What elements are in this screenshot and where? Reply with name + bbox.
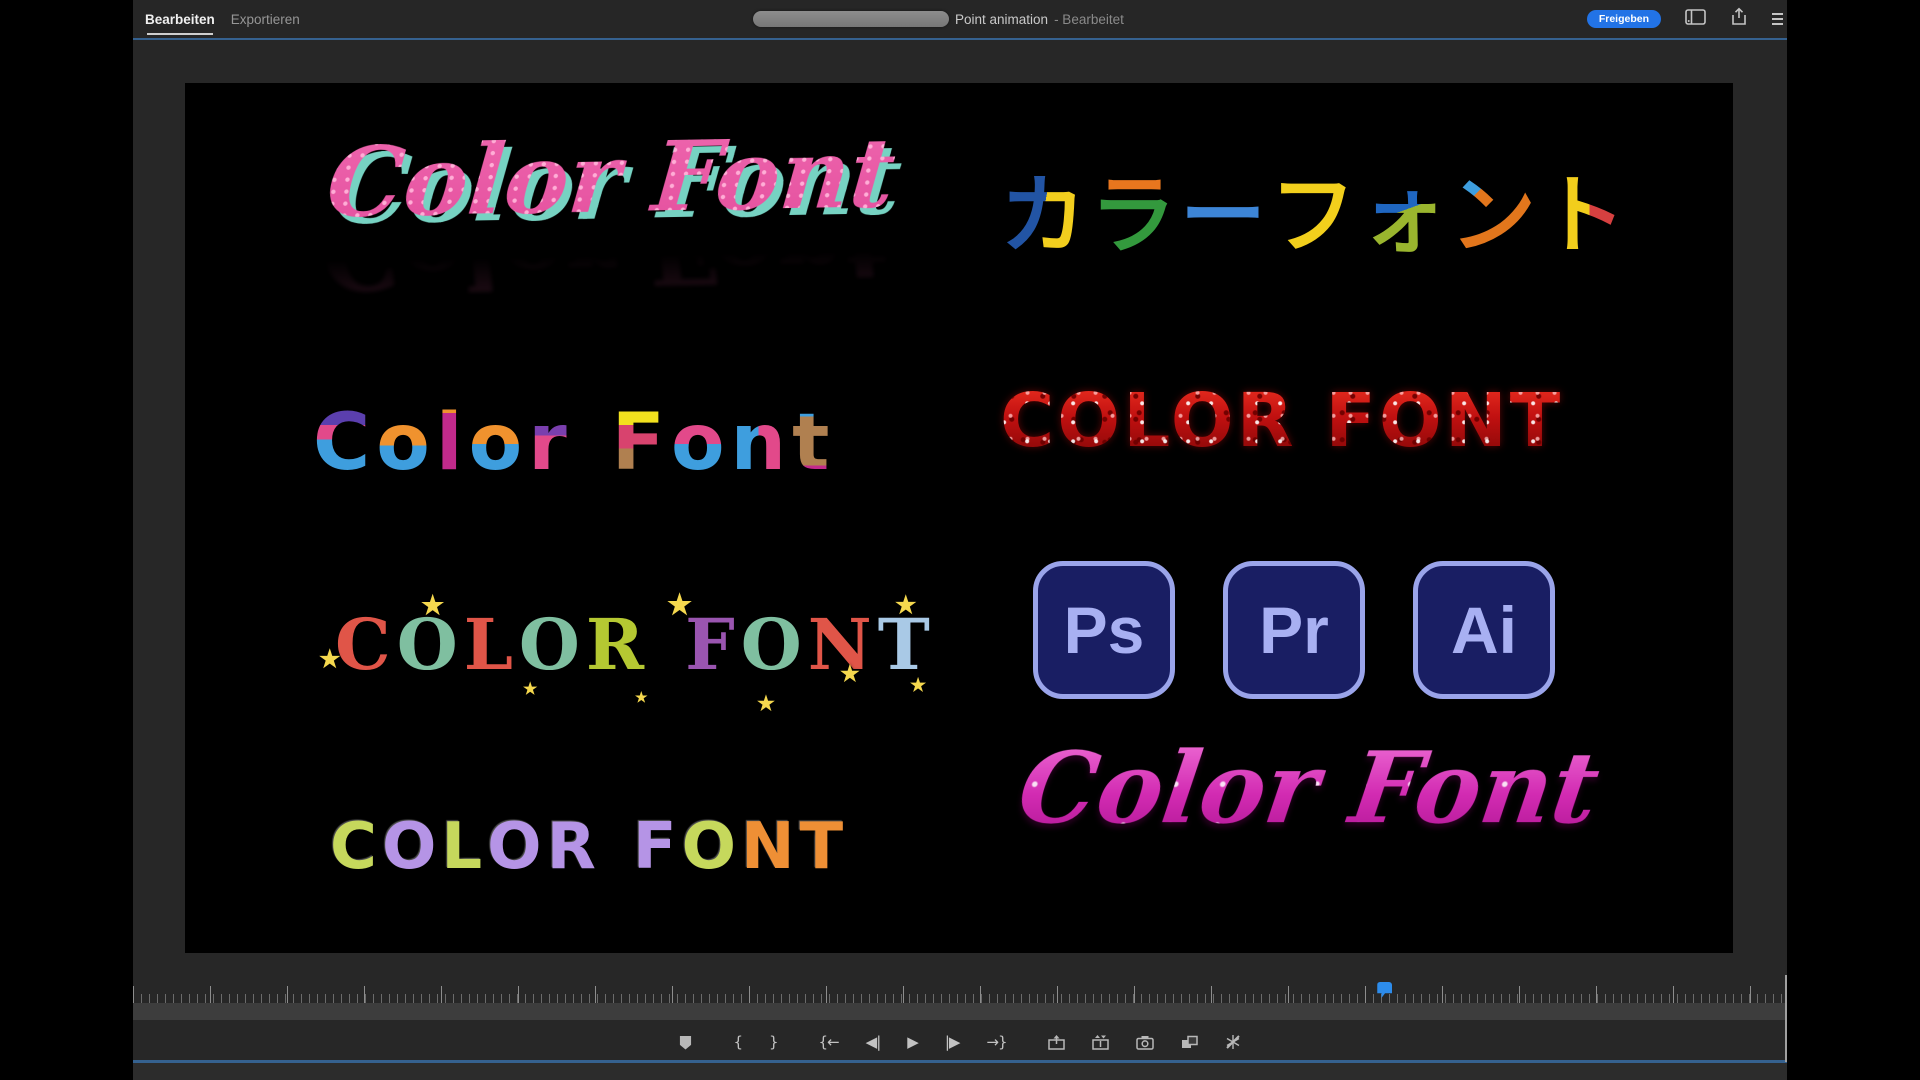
tab-bearbeiten-label: Bearbeiten (145, 12, 215, 27)
header-bar: Bearbeiten Exportieren Point animation -… (133, 0, 1787, 38)
play-button[interactable]: ▶ (907, 1031, 918, 1053)
panel-right-edge (1785, 975, 1787, 1062)
tab-exportieren-label: Exportieren (231, 12, 300, 27)
colored-letter: C (330, 811, 382, 885)
sample-magenta-script: Color Font (1012, 735, 1605, 843)
adobe-pr-badge: Pr (1223, 561, 1365, 699)
colored-letter: C (313, 401, 376, 487)
colored-letter: R (586, 605, 650, 686)
colored-letter: n (731, 401, 793, 487)
colored-letter: F (633, 811, 682, 885)
colored-letter: o (376, 401, 436, 487)
lift-button[interactable] (1048, 1031, 1065, 1053)
program-monitor-canvas: Color Font Color Font カラーフォント Color Font… (185, 83, 1733, 953)
adobe-ps-badge: Ps (1033, 561, 1175, 699)
colored-letter: O (682, 811, 741, 885)
export-frame-button[interactable] (1136, 1031, 1154, 1053)
colored-letter: ラ (1090, 167, 1180, 266)
colored-letter: ト (1540, 167, 1630, 266)
colored-letter: O (519, 605, 586, 686)
add-marker-button[interactable] (679, 1031, 692, 1053)
sample-bubble-letters: COLOR FONT (330, 811, 848, 885)
star-icon: ★ (635, 691, 654, 705)
blurred-project-name (753, 11, 949, 27)
tab-bearbeiten[interactable]: Bearbeiten (145, 0, 215, 38)
colored-letter: o (671, 401, 731, 487)
colored-letter: R (547, 811, 601, 885)
mark-in-button[interactable]: { (733, 1031, 742, 1053)
colored-letter: カ (1000, 167, 1090, 266)
sample-adobe-badges: Ps Pr Ai (1033, 561, 1555, 699)
header-actions: Freigeben (1587, 0, 1783, 38)
star-icon: ★ (421, 593, 450, 619)
colored-letter: F (612, 401, 671, 487)
colored-letter: l (436, 401, 469, 487)
extract-button[interactable] (1092, 1031, 1109, 1053)
sample-pink-script: Color Font Color Font (317, 120, 899, 307)
colored-letter: ー (1180, 167, 1270, 266)
menu-icon[interactable] (1772, 13, 1783, 25)
share-button[interactable]: Freigeben (1587, 10, 1661, 29)
colored-letter: フ (1270, 167, 1360, 266)
panel-layout-icon[interactable] (1685, 9, 1706, 30)
step-forward-button[interactable]: |▶ (945, 1031, 960, 1053)
colored-letter: O (487, 811, 546, 885)
colored-letter: ォ (1360, 167, 1450, 266)
go-to-out-button[interactable]: →} (986, 1031, 1006, 1053)
mark-out-button[interactable]: } (769, 1031, 778, 1053)
transport-controls: { } {← ◀| ▶ |▶ →} (133, 1026, 1787, 1058)
bottom-strip (133, 1063, 1787, 1080)
star-icon: ★ (895, 593, 923, 617)
star-icon: ★ (910, 677, 932, 695)
panel-top-border (133, 38, 1787, 40)
edit-status: - Bearbeitet (1054, 12, 1124, 27)
playhead[interactable] (1377, 982, 1392, 998)
tab-exportieren[interactable]: Exportieren (231, 0, 300, 38)
comparison-view-button[interactable] (1181, 1031, 1198, 1053)
star-icon: ★ (757, 693, 781, 713)
sample-rounded-multicolor: Color Font (313, 401, 835, 487)
star-icon: ★ (667, 591, 698, 619)
workspace-tabs: Bearbeiten Exportieren (145, 0, 300, 38)
star-icon: ★ (319, 647, 347, 671)
go-to-in-button[interactable]: {← (819, 1031, 839, 1053)
step-back-button[interactable]: ◀| (866, 1031, 881, 1053)
colored-letter: L (464, 605, 519, 686)
star-icon: ★ (840, 663, 866, 685)
project-title-area: Point animation - Bearbeitet (753, 0, 1124, 38)
colored-letter: N (741, 811, 800, 885)
colored-letter: o (469, 401, 529, 487)
pink-script-reflection: Color Font (317, 192, 893, 307)
timeline-scrollbar[interactable] (133, 1003, 1787, 1020)
sample-serif-stars: COLOR FONT ★★★★★★★★★ (335, 605, 936, 686)
colored-letter: O (382, 811, 441, 885)
export-share-icon[interactable] (1730, 7, 1748, 31)
colored-letter: L (441, 811, 487, 885)
timeline-ruler[interactable] (133, 982, 1787, 1003)
colored-letter: t (792, 401, 835, 487)
colored-letter: O (741, 605, 808, 686)
sample-red-glitter: COLOR FONT (1000, 379, 1563, 464)
colored-letter: ン (1450, 167, 1540, 266)
adobe-ai-badge: Ai (1413, 561, 1555, 699)
colored-letter: T (800, 811, 849, 885)
global-fx-mute-button[interactable] (1225, 1031, 1241, 1053)
sample-katakana: カラーフォント (1000, 167, 1630, 266)
colored-letter: r (528, 401, 572, 487)
sequence-title: Point animation (955, 12, 1048, 27)
premiere-app-window: Bearbeiten Exportieren Point animation -… (133, 0, 1787, 1080)
star-icon: ★ (523, 681, 543, 697)
